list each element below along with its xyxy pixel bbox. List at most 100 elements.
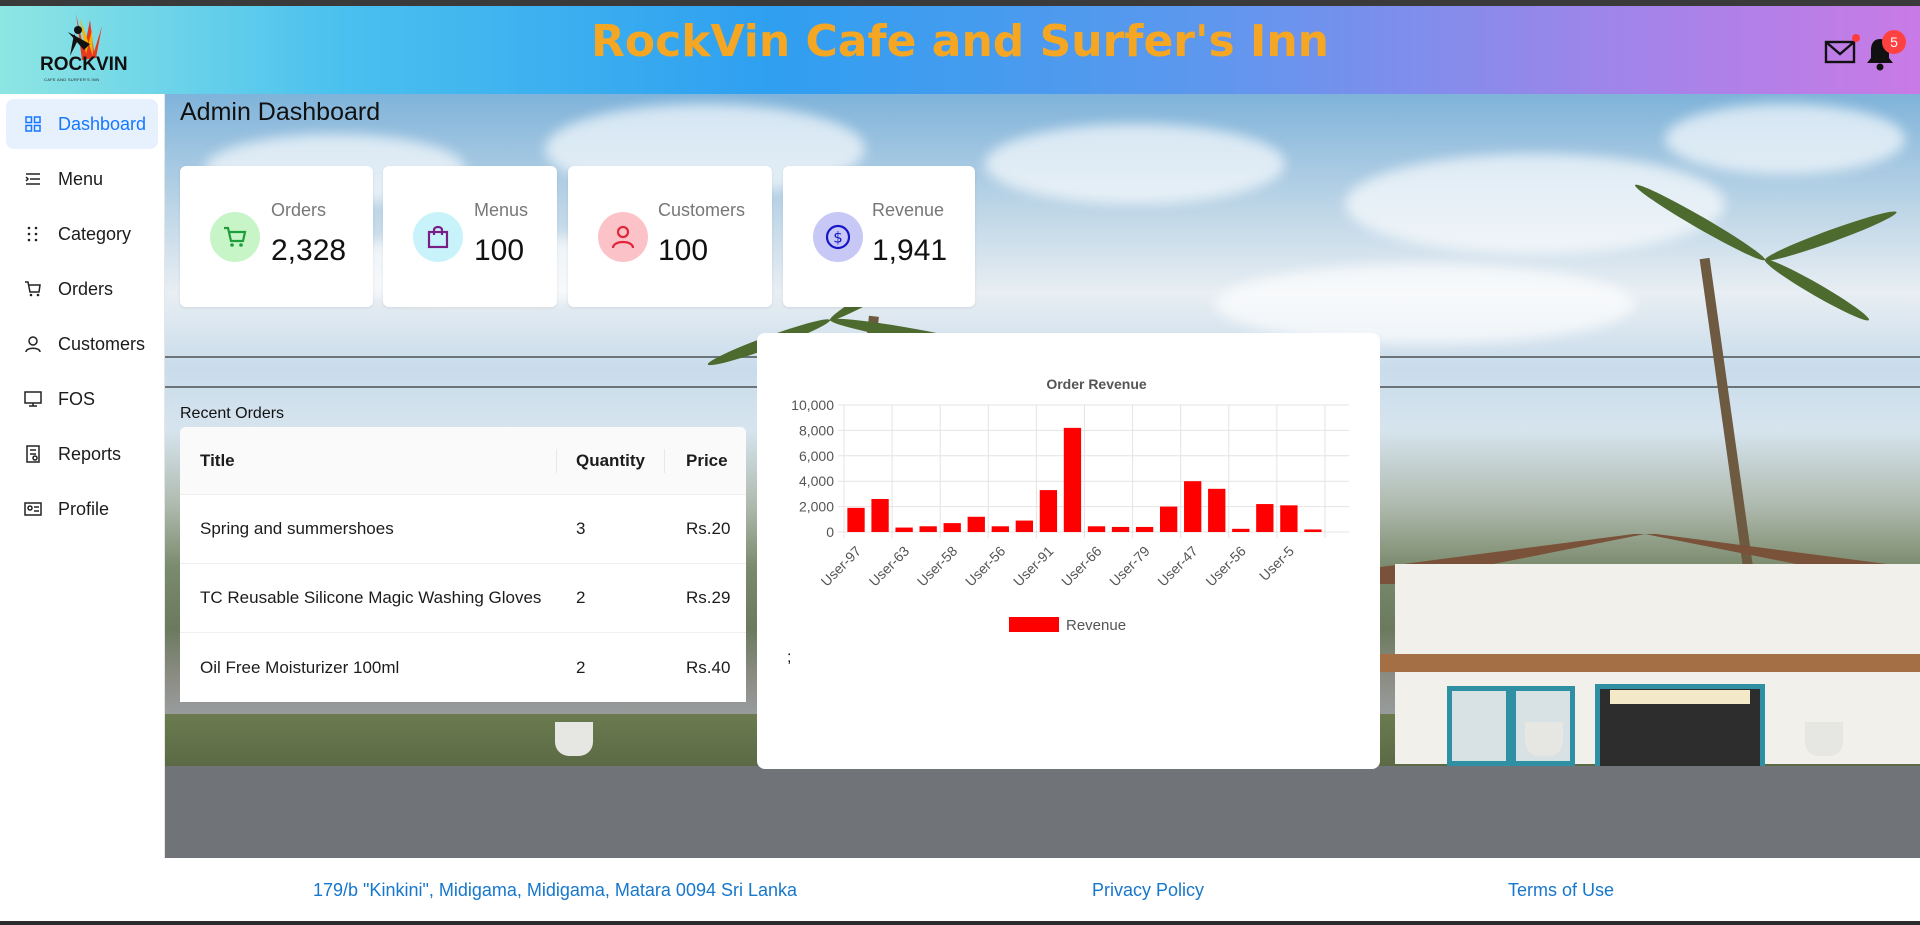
user-icon bbox=[598, 212, 648, 262]
stat-label: Menus bbox=[474, 200, 529, 220]
row-quantity: 2 bbox=[576, 588, 586, 607]
stat-value: 100 bbox=[658, 234, 709, 267]
chart-y-tick-label: 10,000 bbox=[791, 397, 834, 413]
shopping-bag-icon bbox=[413, 212, 463, 262]
chart-bar bbox=[1135, 526, 1154, 532]
sidebar: Dashboard Menu Category Orders Customers… bbox=[0, 94, 165, 858]
order-revenue-chart: Order Revenue 0 2,000 4,000 6,000 8,000 10,000… bbox=[791, 376, 1349, 633]
chart-bar bbox=[1039, 490, 1058, 532]
recent-orders-label: Recent Orders bbox=[180, 405, 285, 422]
row-price: Rs.40 bbox=[686, 657, 731, 677]
column-header-quantity[interactable]: Quantity bbox=[576, 427, 645, 494]
mail-icon[interactable] bbox=[1824, 38, 1856, 66]
chart-x-tick-label: User-66 bbox=[1058, 543, 1105, 590]
sidebar-item-customers[interactable]: Customers bbox=[6, 319, 158, 369]
chart-bar bbox=[1304, 529, 1322, 532]
chart-y-tick-label: 6,000 bbox=[799, 448, 834, 464]
category-icon bbox=[24, 225, 42, 243]
dashboard-icon bbox=[24, 115, 42, 133]
column-header-title[interactable]: Title bbox=[200, 427, 235, 494]
sidebar-item-profile[interactable]: Profile bbox=[6, 484, 158, 534]
sidebar-item-label: Menu bbox=[58, 168, 104, 189]
table-row[interactable]: Spring and summershoes 3 Rs.20 bbox=[180, 495, 746, 564]
logo-tagline: CAFE AND SURFER'S INN bbox=[44, 77, 100, 82]
chart-bar bbox=[1111, 526, 1130, 532]
report-icon bbox=[24, 445, 42, 463]
chart-y-tick-label: 2,000 bbox=[799, 499, 834, 515]
monitor-icon bbox=[24, 390, 42, 408]
sidebar-item-dashboard[interactable]: Dashboard bbox=[6, 99, 158, 149]
chart-bar bbox=[967, 516, 985, 532]
footer: 179/b "Kinkini", Midigama, Midigama, Mat… bbox=[0, 858, 1920, 921]
window-bottom-edge bbox=[0, 921, 1920, 925]
chart-x-tick-label: User-79 bbox=[1106, 543, 1153, 590]
chart-x-tick-label: User-63 bbox=[866, 543, 913, 590]
chart-bar bbox=[1232, 528, 1250, 532]
notification-count-badge: 5 bbox=[1882, 30, 1906, 54]
svg-text:$: $ bbox=[833, 229, 843, 247]
chart-x-tick-label: User-58 bbox=[914, 543, 961, 590]
stat-value: 100 bbox=[474, 234, 525, 267]
chart-bar bbox=[1015, 520, 1034, 532]
footer-address-link[interactable]: 179/b "Kinkini", Midigama, Midigama, Mat… bbox=[313, 880, 797, 901]
chart-bar bbox=[847, 507, 865, 532]
sidebar-item-label: FOS bbox=[58, 388, 96, 409]
idcard-icon bbox=[24, 500, 42, 518]
stat-label: Customers bbox=[658, 200, 746, 220]
dollar-icon: $ bbox=[813, 212, 863, 262]
cart-icon bbox=[210, 212, 260, 262]
header-bar: ROCKVIN CAFE AND SURFER'S INN RockVin Ca… bbox=[0, 6, 1920, 94]
chart-bar bbox=[1280, 505, 1298, 532]
chart-title: Order Revenue bbox=[1046, 376, 1147, 392]
table-row[interactable]: Oil Free Moisturizer 100ml 2 Rs.40 bbox=[180, 633, 746, 702]
chart-bar bbox=[895, 527, 913, 532]
chart-x-tick-label: User-5 bbox=[1256, 543, 1297, 584]
page-title: Admin Dashboard bbox=[180, 98, 381, 126]
sidebar-item-fos[interactable]: FOS bbox=[6, 374, 158, 424]
column-header-price[interactable]: Price bbox=[686, 427, 728, 494]
chart-bar bbox=[1159, 506, 1178, 532]
stat-label: Revenue bbox=[872, 200, 945, 220]
sidebar-item-category[interactable]: Category bbox=[6, 209, 158, 259]
row-title: Oil Free Moisturizer 100ml bbox=[200, 657, 400, 677]
sidebar-item-menu[interactable]: Menu bbox=[6, 154, 158, 204]
chart-bar bbox=[871, 498, 889, 532]
site-title: RockVin Cafe and Surfer's Inn bbox=[591, 16, 1329, 67]
chart-bar bbox=[1208, 488, 1226, 532]
sidebar-item-label: Orders bbox=[58, 278, 114, 299]
chart-trailing-text: ; bbox=[787, 649, 792, 666]
chart-y-tick-label: 0 bbox=[826, 524, 834, 540]
user-icon bbox=[24, 335, 42, 353]
chart-bar bbox=[919, 526, 937, 532]
chart-x-tick-label: User-91 bbox=[1010, 543, 1057, 590]
stat-label: Orders bbox=[271, 200, 327, 220]
chart-bar bbox=[1184, 481, 1202, 532]
sidebar-item-reports[interactable]: Reports bbox=[6, 429, 158, 479]
mail-unread-dot bbox=[1852, 34, 1860, 42]
cart-icon bbox=[24, 280, 42, 298]
row-quantity: 3 bbox=[576, 519, 586, 538]
menu-icon bbox=[24, 170, 42, 188]
table-header-row: Title Quantity Price bbox=[180, 427, 746, 495]
sidebar-item-label: Customers bbox=[58, 333, 146, 354]
stat-card-revenue: $ Revenue 1,941 bbox=[783, 166, 975, 307]
sidebar-item-label: Category bbox=[58, 223, 132, 244]
chart-bar bbox=[991, 526, 1009, 532]
stat-card-orders: Orders 2,328 bbox=[180, 166, 373, 307]
row-title: TC Reusable Silicone Magic Washing Glove… bbox=[200, 588, 542, 607]
terms-of-use-link[interactable]: Terms of Use bbox=[1508, 880, 1614, 901]
chart-legend-swatch bbox=[1009, 617, 1059, 632]
stat-card-customers: Customers 100 bbox=[568, 166, 772, 307]
chart-x-tick-label: User-47 bbox=[1154, 543, 1201, 590]
chart-y-tick-label: 4,000 bbox=[799, 473, 834, 489]
privacy-policy-link[interactable]: Privacy Policy bbox=[1092, 880, 1204, 901]
chart-bar bbox=[1087, 526, 1106, 532]
row-price: Rs.20 bbox=[686, 519, 731, 538]
order-revenue-chart-card: Order Revenue 0 2,000 4,000 6,000 8,000 10,000… bbox=[757, 333, 1380, 769]
chart-x-tick-label: User-97 bbox=[818, 543, 865, 590]
chart-bar bbox=[1063, 427, 1082, 532]
row-title: Spring and summershoes bbox=[200, 519, 394, 538]
sidebar-item-orders[interactable]: Orders bbox=[6, 264, 158, 314]
stat-value: 2,328 bbox=[271, 234, 347, 267]
table-row[interactable]: TC Reusable Silicone Magic Washing Glove… bbox=[180, 564, 746, 633]
